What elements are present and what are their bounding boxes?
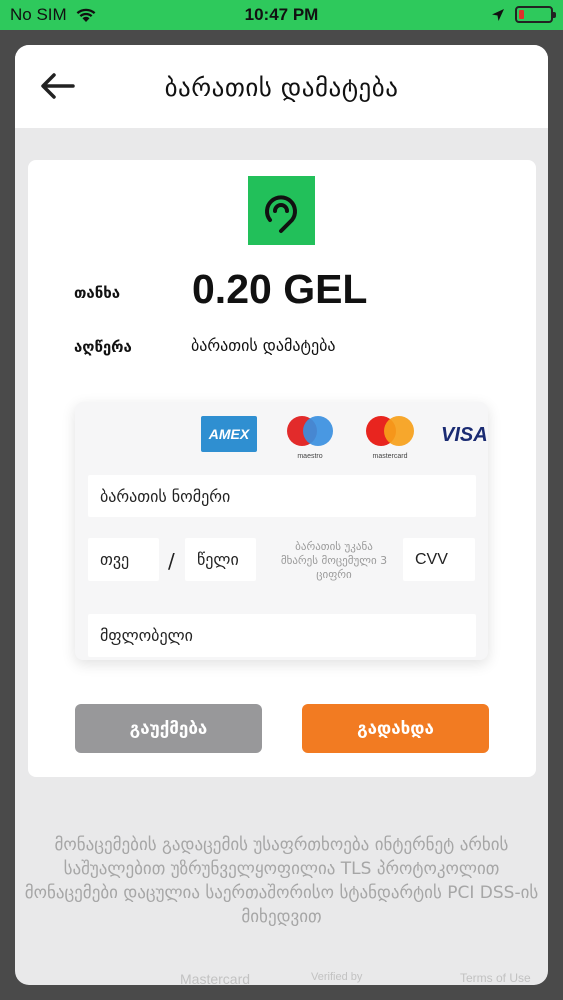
status-right bbox=[491, 6, 556, 23]
battery-icon bbox=[515, 6, 556, 23]
amount-value: 0.20 GEL bbox=[192, 266, 368, 312]
pay-button[interactable]: გადახდა bbox=[302, 704, 489, 753]
cvv-input[interactable]: CVV bbox=[403, 538, 475, 581]
page-title: ბარათის დამატება bbox=[164, 73, 399, 102]
footer-logos: Mastercard Verified by Terms of Use bbox=[15, 967, 548, 985]
expiry-year-input[interactable]: წელი bbox=[185, 538, 256, 581]
expiry-month-input[interactable]: თვე bbox=[88, 538, 159, 581]
location-pin-logo-icon bbox=[265, 195, 297, 233]
card-form: AMEX maestro mastercard VISA ბარათის ნომ… bbox=[75, 402, 488, 660]
cancel-button[interactable]: გაუქმება bbox=[75, 704, 262, 753]
footer-logo-mastercard: Mastercard bbox=[180, 971, 251, 985]
mastercard-logo: mastercard bbox=[364, 416, 416, 460]
terms-of-use-link[interactable]: Terms of Use bbox=[460, 971, 531, 985]
amex-logo: AMEX bbox=[201, 416, 257, 452]
amount-label: თანხა bbox=[74, 284, 121, 302]
maestro-caption: maestro bbox=[297, 453, 323, 460]
add-card-sheet: ბარათის დამატება თანხა 0.20 GEL აღწერა ბ… bbox=[15, 45, 548, 985]
cvv-hint: ბარათის უკანა მხარეს მოცემული 3 ციფრი bbox=[280, 540, 388, 581]
expiry-separator: / bbox=[168, 549, 175, 573]
merchant-logo bbox=[248, 176, 315, 245]
status-time: 10:47 PM bbox=[244, 5, 319, 24]
description-value: ბარათის დამატება bbox=[191, 336, 336, 355]
security-notice: მონაცემების გადაცემის უსაფრთხოება ინტერნ… bbox=[24, 835, 539, 927]
description-label: აღწერა bbox=[74, 338, 132, 356]
maestro-logo: maestro bbox=[285, 416, 335, 460]
card-number-input[interactable]: ბარათის ნომერი bbox=[88, 475, 476, 517]
card-holder-input[interactable]: მფლობელი bbox=[88, 614, 476, 657]
location-arrow-icon bbox=[492, 8, 504, 21]
footer-logo-verified: Verified by bbox=[311, 971, 363, 983]
payment-panel: თანხა 0.20 GEL აღწერა ბარათის დამატება A… bbox=[28, 160, 536, 777]
status-bar: No SIM 10:47 PM bbox=[0, 0, 563, 30]
visa-logo: VISA bbox=[441, 424, 488, 446]
mastercard-caption: mastercard bbox=[372, 453, 408, 460]
sheet-header: ბარათის დამატება bbox=[15, 45, 548, 128]
